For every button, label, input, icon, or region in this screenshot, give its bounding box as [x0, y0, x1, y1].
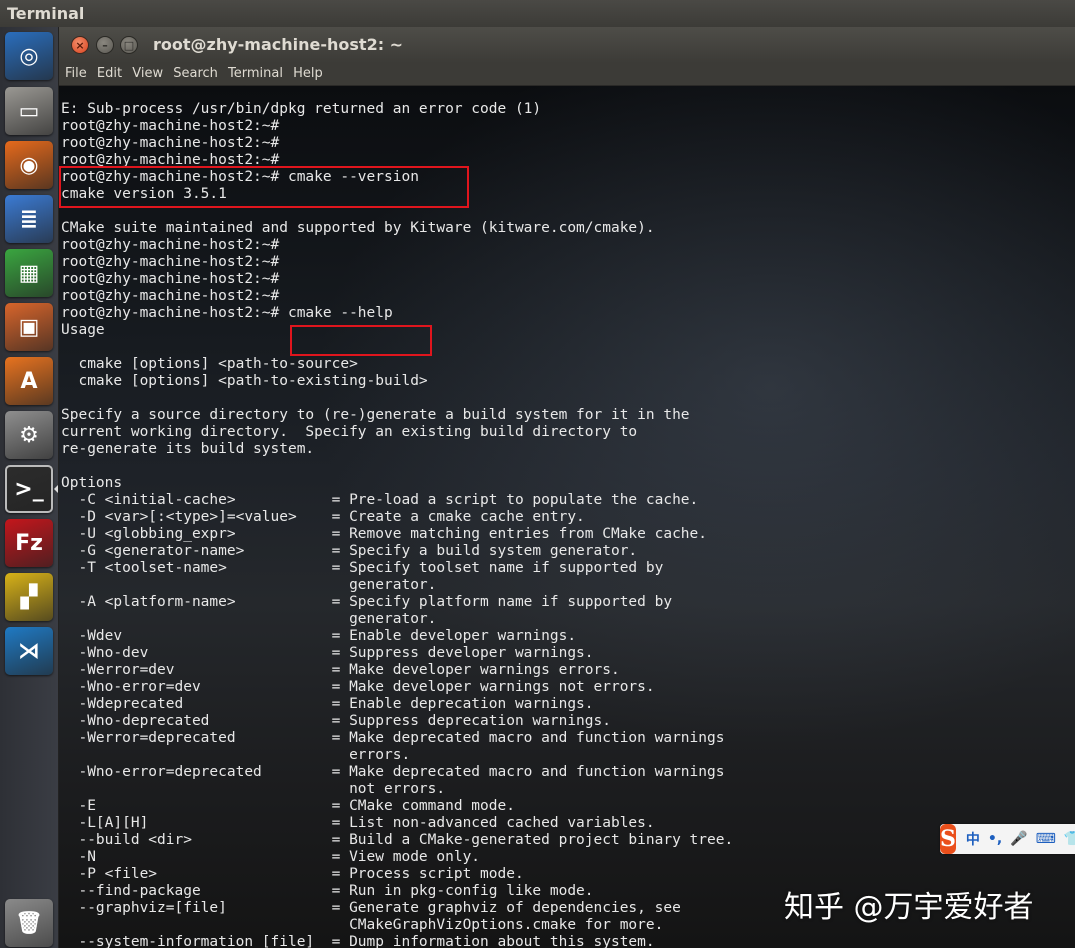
menu-search[interactable]: Search	[167, 63, 218, 84]
menu-help[interactable]: Help	[287, 63, 323, 84]
terminal-line: --system-information [file] = Dump infor…	[61, 934, 655, 948]
terminal-line: root@zhy-machine-host2:~#	[61, 135, 280, 151]
terminal-line: --find-package = Run in pkg-config like …	[61, 883, 594, 899]
terminal-line: -A <platform-name> = Specify platform na…	[61, 594, 673, 610]
terminal-line: root@zhy-machine-host2:~#	[61, 237, 280, 253]
impress-icon[interactable]: ▣	[5, 303, 53, 351]
terminal-line: E: Sub-process /usr/bin/dpkg returned an…	[61, 101, 542, 117]
ime-punctuation-icon[interactable]: •,	[988, 831, 1002, 847]
files-glyph: ▭	[18, 98, 40, 124]
terminal-line: -T <toolset-name> = Specify toolset name…	[61, 560, 664, 576]
terminal-line: not errors.	[61, 781, 446, 797]
minimize-button[interactable]: –	[96, 36, 114, 54]
trash-icon[interactable]: 🗑	[5, 899, 53, 947]
menu-edit[interactable]: Edit	[91, 63, 122, 84]
terminal-line: -N = View mode only.	[61, 849, 481, 865]
ime-skin-icon[interactable]: 👕	[1064, 831, 1075, 847]
impress-glyph: ▣	[18, 314, 40, 340]
terminal-line: cmake [options] <path-to-existing-build>	[61, 373, 428, 389]
sogou-logo-icon[interactable]: S	[940, 824, 956, 854]
terminal-line: generator.	[61, 611, 437, 627]
terminal-line: re-generate its build system.	[61, 441, 315, 457]
ubuntu-dash-glyph: ◎	[19, 43, 39, 69]
terminal-line: -L[A][H] = List non-advanced cached vari…	[61, 815, 655, 831]
maximize-button[interactable]: □	[120, 36, 138, 54]
terminal-line: -G <generator-name> = Specify a build sy…	[61, 543, 638, 559]
terminal-line: -D <var>[:<type>]=<value> = Create a cma…	[61, 509, 585, 525]
terminal-line: -Wdev = Enable developer warnings.	[61, 628, 577, 644]
vscode-glyph: ⋊	[18, 638, 40, 664]
ime-keyboard-icon[interactable]: ⌨	[1036, 831, 1056, 847]
terminal-line: current working directory. Specify an ex…	[61, 424, 638, 440]
terminal-line: CMakeGraphVizOptions.cmake for more.	[61, 917, 664, 933]
vscode-icon[interactable]: ⋊	[5, 627, 53, 675]
writer-icon[interactable]: ≣	[5, 195, 53, 243]
terminal-line: -U <globbing_expr> = Remove matching ent…	[61, 526, 708, 542]
terminal-lines: E: Sub-process /usr/bin/dpkg returned an…	[61, 101, 733, 948]
terminal-icon[interactable]: >_	[5, 465, 53, 513]
window-titlebar[interactable]: × – □ root@zhy-machine-host2: ~	[59, 27, 1075, 63]
menu-terminal[interactable]: Terminal	[222, 63, 283, 84]
filezilla-glyph: Fz	[15, 530, 43, 556]
terminal-line: --build <dir> = Build a CMake-generated …	[61, 832, 734, 848]
terminal-glyph: >_	[14, 476, 44, 502]
terminal-line: -P <file> = Process script mode.	[61, 866, 524, 882]
files-icon[interactable]: ▭	[5, 87, 53, 135]
terminal-line: cmake [options] <path-to-source>	[61, 356, 358, 372]
multicolor-app-icon[interactable]: ▞	[5, 573, 53, 621]
terminal-line: -C <initial-cache> = Pre-load a script t…	[61, 492, 699, 508]
terminal-line: -Werror=dev = Make developer warnings er…	[61, 662, 620, 678]
window-title: root@zhy-machine-host2: ~	[153, 35, 404, 54]
writer-glyph: ≣	[19, 206, 39, 232]
trash-glyph: 🗑	[15, 910, 43, 936]
close-button[interactable]: ×	[71, 36, 89, 54]
menubar: File Edit View Search Terminal Help	[59, 63, 1075, 86]
active-indicator	[54, 485, 58, 493]
terminal-line: --graphviz=[file] = Generate graphviz of…	[61, 900, 681, 916]
terminal-line: -Wno-error=dev = Make developer warnings…	[61, 679, 655, 695]
ime-chinese-mode[interactable]: 中	[966, 829, 980, 849]
terminal-line: -Wno-error=deprecated = Make deprecated …	[61, 764, 725, 780]
filezilla-icon[interactable]: Fz	[5, 519, 53, 567]
terminal-line: -E = CMake command mode.	[61, 798, 515, 814]
software-center-glyph: A	[20, 368, 38, 394]
menu-file[interactable]: File	[59, 63, 87, 84]
terminal-line: -Wno-deprecated = Suppress deprecation w…	[61, 713, 611, 729]
menu-view[interactable]: View	[126, 63, 163, 84]
terminal-line: root@zhy-machine-host2:~# cmake --help	[61, 305, 393, 321]
terminal-line: -Wno-dev = Suppress developer warnings.	[61, 645, 594, 661]
terminal-output[interactable]: E: Sub-process /usr/bin/dpkg returned an…	[59, 86, 1075, 948]
terminal-line: errors.	[61, 747, 411, 763]
terminal-line: root@zhy-machine-host2:~#	[61, 254, 280, 270]
firefox-glyph: ◉	[19, 152, 39, 178]
launcher: ◎ ▭ ◉ ≣ ▦ ▣ A ⚙ >_ Fz ▞ ⋊ 🗑	[0, 27, 59, 948]
terminal-line: root@zhy-machine-host2:~#	[61, 288, 280, 304]
calc-glyph: ▦	[18, 260, 40, 286]
top-panel: Terminal	[0, 0, 1075, 27]
highlight-help-box	[290, 325, 432, 356]
terminal-window: × – □ root@zhy-machine-host2: ~ File Edi…	[59, 27, 1075, 948]
terminal-line: Options	[61, 475, 123, 491]
active-app-title: Terminal	[7, 4, 85, 23]
firefox-icon[interactable]: ◉	[5, 141, 53, 189]
ubuntu-dash-icon[interactable]: ◎	[5, 32, 53, 80]
settings-icon[interactable]: ⚙	[5, 411, 53, 459]
terminal-line: generator.	[61, 577, 437, 593]
terminal-line: Specify a source directory to (re-)gener…	[61, 407, 690, 423]
ime-voice-icon[interactable]: 🎤	[1010, 831, 1027, 847]
software-center-icon[interactable]: A	[5, 357, 53, 405]
calc-icon[interactable]: ▦	[5, 249, 53, 297]
ime-toolbar[interactable]: S 中 •, 🎤 ⌨ 👕	[940, 824, 1075, 854]
terminal-line: root@zhy-machine-host2:~#	[61, 271, 280, 287]
terminal-line: -Werror=deprecated = Make deprecated mac…	[61, 730, 725, 746]
zhihu-watermark: 知乎 @万宇爱好者	[784, 890, 1034, 925]
multicolor-app-glyph: ▞	[20, 584, 38, 610]
settings-glyph: ⚙	[19, 422, 39, 448]
highlight-version-box	[59, 166, 469, 208]
terminal-line: -Wdeprecated = Enable deprecation warnin…	[61, 696, 594, 712]
terminal-line: root@zhy-machine-host2:~#	[61, 118, 280, 134]
terminal-line: CMake suite maintained and supported by …	[61, 220, 655, 236]
